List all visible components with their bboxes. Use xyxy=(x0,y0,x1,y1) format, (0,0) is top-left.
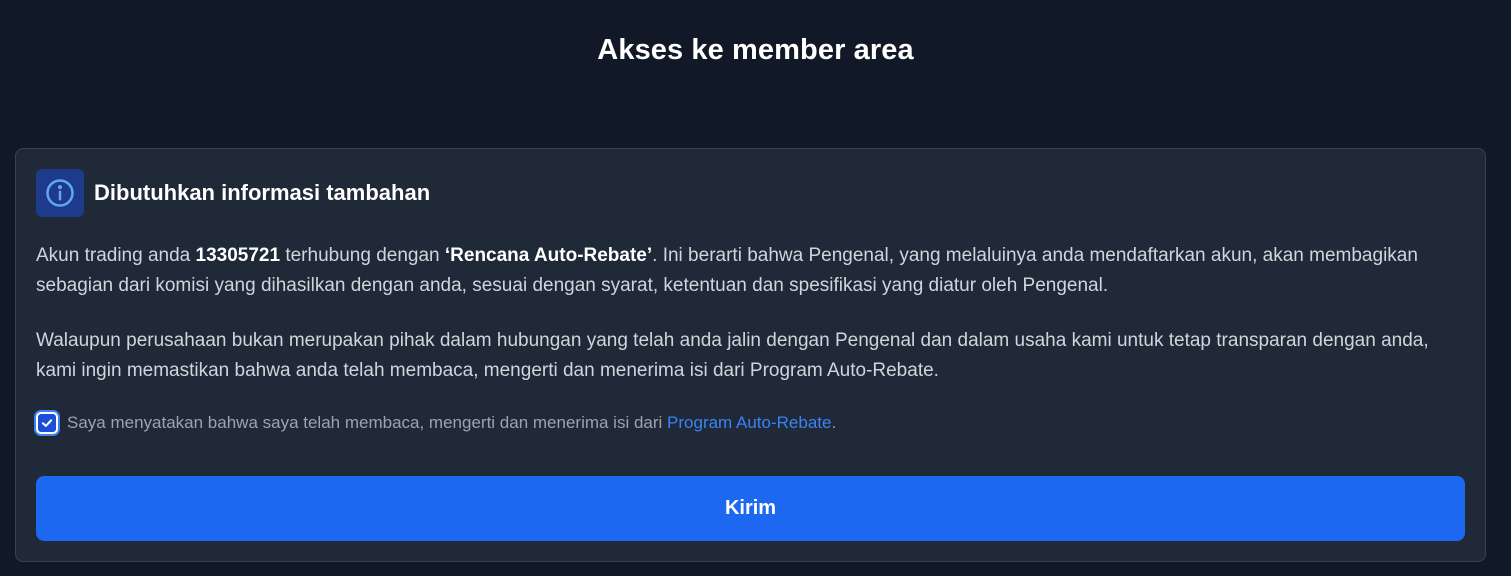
para1-prefix: Akun trading anda xyxy=(36,245,196,266)
consent-label: Saya menyatakan bahwa saya telah membaca… xyxy=(67,413,836,433)
additional-info-card: Dibutuhkan informasi tambahan Akun tradi… xyxy=(15,148,1486,562)
auto-rebate-description: Akun trading anda 13305721 terhubung den… xyxy=(36,241,1466,301)
transparency-note: Walaupun perusahaan bukan merupakan piha… xyxy=(36,330,1429,381)
consent-end: . xyxy=(831,413,837,432)
para1-middle: terhubung dengan xyxy=(280,245,445,266)
checkmark-icon xyxy=(41,419,53,427)
consent-row: Saya menyatakan bahwa saya telah membaca… xyxy=(36,412,836,434)
consent-checkbox[interactable] xyxy=(36,412,58,434)
card-title: Dibutuhkan informasi tambahan xyxy=(94,180,431,205)
page-title: Akses ke member area xyxy=(597,34,914,66)
plan-name: ‘Rencana Auto-Rebate’ xyxy=(444,245,653,266)
consent-text: Saya menyatakan bahwa saya telah membaca… xyxy=(67,413,668,432)
account-number: 13305721 xyxy=(195,245,281,266)
info-icon xyxy=(36,169,84,217)
submit-button[interactable]: Kirim xyxy=(36,476,1465,541)
card-header: Dibutuhkan informasi tambahan xyxy=(36,169,430,217)
auto-rebate-program-link[interactable]: Program Auto-Rebate xyxy=(667,413,831,432)
